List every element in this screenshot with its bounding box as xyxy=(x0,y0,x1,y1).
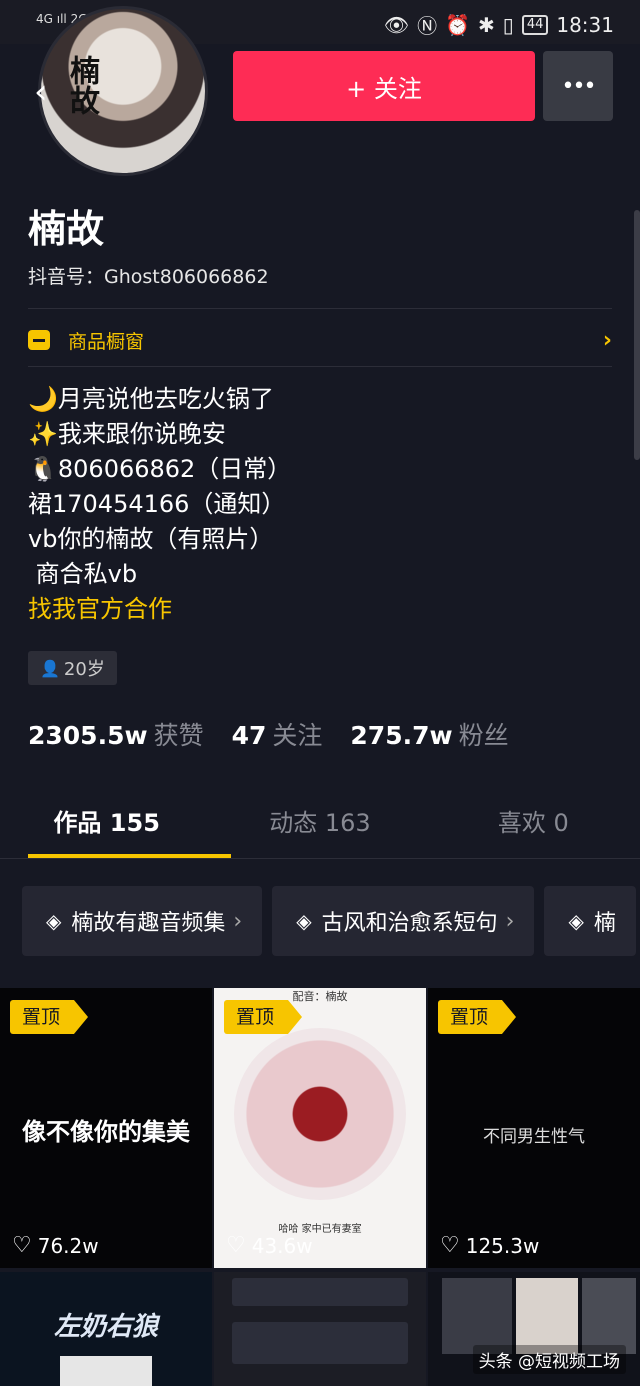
layers-icon: ◈ xyxy=(46,909,62,933)
divider xyxy=(28,366,612,367)
like-count: 76.2w xyxy=(37,1233,99,1258)
likes-label: 获赞 xyxy=(153,721,204,750)
more-button[interactable]: ••• xyxy=(543,51,613,121)
alarm-icon: ⏰ xyxy=(445,12,471,37)
back-arrow-icon[interactable]: ‹ xyxy=(34,72,48,112)
divider xyxy=(28,308,612,309)
layers-icon: ◈ xyxy=(296,909,312,933)
fans-count: 275.7w xyxy=(350,721,453,750)
collections-row: ◈ 楠故有趣音频集 › ◈ 古风和治愈系短句 › ◈ 楠 xyxy=(22,886,640,958)
artwork-circle xyxy=(234,1028,406,1200)
pinned-badge: 置顶 xyxy=(224,1000,303,1034)
battery-indicator: 44 xyxy=(521,14,549,35)
following-count: 47 xyxy=(231,721,267,750)
clock: 18:31 xyxy=(556,12,614,37)
profile-name: 楠故 xyxy=(28,207,105,251)
bluetooth-icon: ✱ xyxy=(478,12,495,37)
person-icon: 👤 xyxy=(40,658,60,678)
stats-row: 2305.5w 获赞 47 关注 275.7w 粉丝 xyxy=(28,716,509,752)
bio-line: 裙170454166（通知） xyxy=(28,490,286,518)
video-likes: ♡ 76.2w xyxy=(12,1233,99,1258)
video-likes: ♡ 43.6w xyxy=(226,1233,313,1258)
tab-likes[interactable]: 喜欢 0 xyxy=(427,796,640,858)
likes-stat[interactable]: 2305.5w 获赞 xyxy=(28,716,204,752)
avatar-calligraphy: 楠故 xyxy=(64,55,99,115)
bio-line: 🐧806066862（日常） xyxy=(28,455,292,483)
thumbnail-panel xyxy=(582,1278,636,1354)
watermark: 头条 @短视频工场 xyxy=(472,1345,626,1374)
bio: 🌙月亮说他去吃火锅了 ✨我来跟你说晚安 🐧806066862（日常） 裙1704… xyxy=(28,382,291,627)
status-right: 👁 Ⓝ ⏰ ✱ ▯ 44 18:31 xyxy=(384,10,614,39)
shop-window-row[interactable]: 商品橱窗 › xyxy=(28,322,612,358)
follow-button[interactable]: + 关注 xyxy=(233,51,535,121)
heart-icon: ♡ xyxy=(12,1233,32,1258)
tab-moments[interactable]: 动态 163 xyxy=(213,796,426,858)
chevron-right-icon: › xyxy=(602,327,612,353)
douyin-id: 抖音号：Ghost806066862 xyxy=(28,266,269,288)
video-caption: 不同男生性气 xyxy=(483,1127,585,1147)
video-likes: ♡ 125.3w xyxy=(440,1233,539,1258)
thumbnail-panel xyxy=(442,1278,512,1354)
age-label: 20岁 xyxy=(63,659,105,680)
official-cooperation-link[interactable]: 找我官方合作 xyxy=(28,592,291,627)
chevron-right-icon: › xyxy=(233,908,243,934)
collection-chip[interactable]: ◈ 楠故有趣音频集 › xyxy=(22,886,263,956)
bio-line: vb你的楠故（有照片） xyxy=(28,525,274,553)
tab-works[interactable]: 作品 155 xyxy=(0,796,232,858)
video-tile[interactable]: 配音：楠故 置顶 哈哈 家中已有妻室 ♡ 43.6w xyxy=(214,988,426,1268)
eye-icon: 👁 xyxy=(383,12,410,37)
chevron-right-icon: › xyxy=(505,908,515,934)
more-dots-icon: ••• xyxy=(561,73,597,99)
chat-bubble xyxy=(232,1278,408,1306)
bio-line: ✨我来跟你说晚安 xyxy=(28,420,226,448)
collection-chip[interactable]: ◈ 楠 xyxy=(544,886,636,956)
pinned-badge: 置顶 xyxy=(438,1000,517,1034)
vibrate-icon: ▯ xyxy=(502,12,514,37)
shop-icon xyxy=(28,330,50,350)
nfc-icon: Ⓝ xyxy=(417,14,438,38)
video-tile[interactable]: 置顶 不同男生性气 ♡ 125.3w xyxy=(428,988,640,1268)
pinned-badge: 置顶 xyxy=(10,1000,89,1034)
heart-icon: ♡ xyxy=(440,1233,460,1258)
video-tile[interactable] xyxy=(214,1272,426,1386)
fans-label: 粉丝 xyxy=(458,721,509,750)
like-count: 125.3w xyxy=(465,1233,540,1258)
video-tile[interactable]: 左奶右狼 xyxy=(0,1272,212,1386)
video-caption: 左奶右狼 xyxy=(53,1312,158,1342)
following-label: 关注 xyxy=(272,721,323,750)
shop-window-label: 商品橱窗 xyxy=(68,330,145,353)
collection-label: 楠 xyxy=(593,911,616,936)
likes-count: 2305.5w xyxy=(28,721,148,750)
thumbnail-panel xyxy=(516,1278,578,1354)
bio-line: 🌙月亮说他去吃火锅了 xyxy=(28,385,274,413)
collection-label: 楠故有趣音频集 xyxy=(71,911,226,936)
avatar[interactable]: 楠故 xyxy=(38,6,208,176)
heart-icon: ♡ xyxy=(226,1233,246,1258)
like-count: 43.6w xyxy=(251,1233,313,1258)
thumbnail-figure xyxy=(60,1356,152,1386)
age-tag: 👤 20岁 xyxy=(28,651,117,685)
video-tile[interactable]: 置顶 像不像你的集美 ♡ 76.2w xyxy=(0,988,212,1268)
fans-stat[interactable]: 275.7w 粉丝 xyxy=(350,716,508,752)
following-stat[interactable]: 47 关注 xyxy=(232,716,323,752)
chat-bubble xyxy=(232,1322,408,1364)
video-caption: 像不像你的集美 xyxy=(22,1118,190,1146)
layers-icon: ◈ xyxy=(568,909,584,933)
bio-line: 商合私vb xyxy=(28,560,138,588)
collection-label: 古风和治愈系短句 xyxy=(321,911,498,936)
collection-chip[interactable]: ◈ 古风和治愈系短句 › xyxy=(272,886,535,956)
profile-tabs: 作品 155 动态 163 喜欢 0 xyxy=(0,796,640,859)
scrollbar[interactable] xyxy=(634,210,640,460)
